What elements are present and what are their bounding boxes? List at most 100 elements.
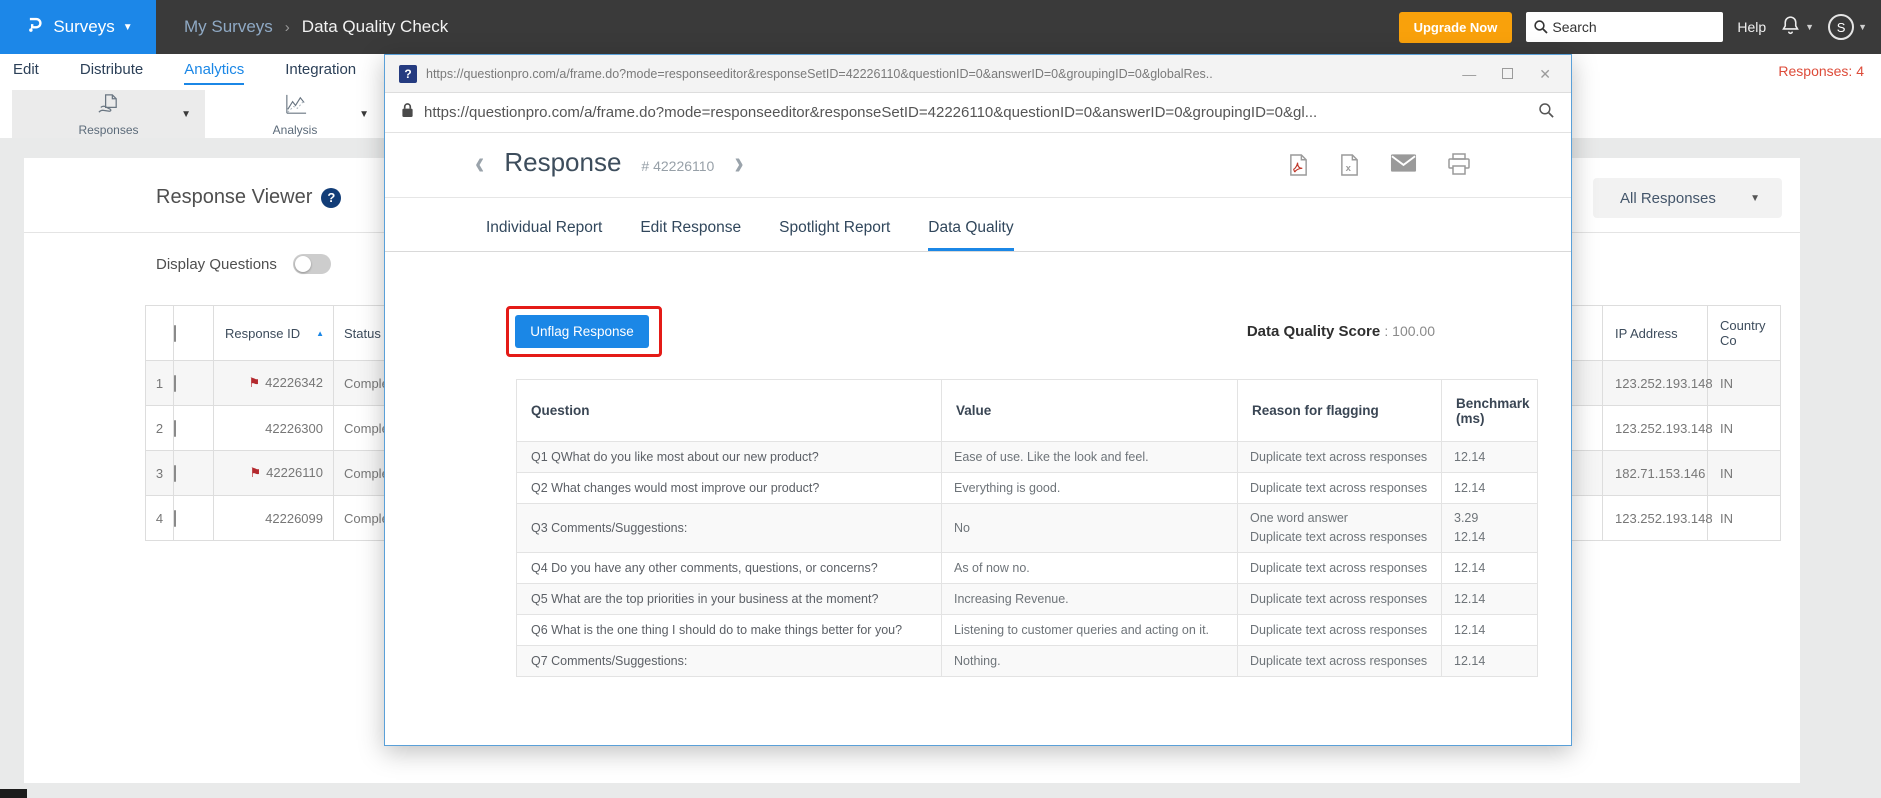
address-url: https://questionpro.com/a/frame.do?mode=… [424, 104, 1318, 121]
row-number: 4 [145, 495, 174, 541]
close-button[interactable]: ✕ [1539, 67, 1551, 81]
checkbox-cell [173, 360, 214, 406]
chevron-down-icon: ▼ [359, 109, 369, 120]
product-switcher[interactable]: Surveys ▼ [0, 0, 156, 54]
tab-edit-response[interactable]: Edit Response [640, 219, 741, 251]
country-code-cell: IN [1707, 450, 1781, 496]
ip-address-cell: 123.252.193.148 [1602, 360, 1713, 406]
toolbar-tab-responses[interactable]: Responses ▼ [12, 90, 205, 138]
table-row: Q1 QWhat do you like most about our new … [516, 441, 1538, 473]
previous-response-icon[interactable]: ‹ [475, 145, 484, 180]
benchmark-cell: 12.14 [1441, 552, 1538, 584]
print-icon[interactable] [1447, 153, 1471, 182]
row-checkbox[interactable] [174, 464, 176, 482]
breadcrumb: My Surveys › Data Quality Check [184, 17, 448, 37]
row-checkbox[interactable] [174, 419, 176, 437]
row-number: 2 [145, 405, 174, 451]
nav-item-edit[interactable]: Edit [13, 61, 39, 83]
table-row: 1 ⚑ 42226342 Comple [145, 360, 414, 406]
minimize-button[interactable]: — [1462, 67, 1476, 81]
benchmark-cell: 12.14 [1441, 441, 1538, 473]
reason-line: Duplicate text across responses [1250, 622, 1428, 637]
select-all-checkbox[interactable] [174, 324, 176, 342]
row-number: 3 [145, 450, 174, 496]
nav-item-integration[interactable]: Integration [285, 61, 356, 83]
value-cell: No [941, 503, 1238, 553]
response-id-cell[interactable]: 42226300 [213, 405, 334, 451]
value-cell: Nothing. [941, 645, 1238, 677]
value-cell: As of now no. [941, 552, 1238, 584]
chevron-down-icon: ▼ [122, 21, 133, 33]
question-cell: Q3 Comments/Suggestions: [516, 503, 942, 553]
topbar-right: Upgrade Now Help ▼ S ▼ [1398, 0, 1881, 54]
data-quality-score: Data Quality Score : 100.00 [1247, 323, 1435, 340]
response-id-cell[interactable]: 42226099 [213, 495, 334, 541]
toolbar-tab-analysis[interactable]: Analysis ▼ [207, 90, 383, 138]
questionpro-logo-icon [23, 14, 45, 41]
row-checkbox[interactable] [174, 374, 176, 392]
tab-spotlight-report[interactable]: Spotlight Report [779, 219, 890, 251]
row-number-header [145, 305, 174, 361]
value-header: Value [941, 379, 1238, 442]
window-title-bar[interactable]: ? https://questionpro.com/a/frame.do?mod… [385, 55, 1571, 93]
global-search [1526, 12, 1724, 42]
lock-icon [401, 102, 414, 123]
tab-individual-report[interactable]: Individual Report [486, 219, 602, 251]
email-icon[interactable] [1390, 153, 1417, 182]
nav-item-analytics[interactable]: Analytics [184, 61, 245, 85]
table-row: 3 ⚑ 42226110 Comple [145, 450, 414, 496]
top-bar: Surveys ▼ My Surveys › Data Quality Chec… [0, 0, 1881, 54]
zoom-search-icon [1538, 102, 1555, 124]
response-id-header-label: Response ID [225, 325, 301, 341]
value-cell: Increasing Revenue. [941, 583, 1238, 615]
address-bar[interactable]: https://questionpro.com/a/frame.do?mode=… [385, 93, 1571, 133]
response-id-header[interactable]: Response ID ▲ [213, 305, 334, 361]
help-link[interactable]: Help [1737, 19, 1766, 35]
response-id-link[interactable]: 42226110 [266, 465, 323, 480]
page-title: Response Viewer [156, 186, 313, 208]
table-row: 4 42226099 Comple [145, 495, 414, 541]
maximize-button[interactable] [1502, 68, 1514, 79]
window-title-url: https://questionpro.com/a/frame.do?mode=… [426, 66, 1213, 81]
chevron-down-icon: ▼ [1805, 22, 1815, 32]
flag-icon: ⚑ [249, 465, 262, 480]
question-header: Question [516, 379, 942, 442]
next-response-icon[interactable]: › [734, 145, 743, 180]
account-menu[interactable]: S ▼ [1828, 14, 1867, 40]
export-excel-icon[interactable]: x [1339, 153, 1360, 182]
table-row: 123.252.193.148 IN [1540, 360, 1781, 406]
checkbox-cell [173, 405, 214, 451]
response-id-link[interactable]: 42226342 [265, 375, 323, 390]
unflag-response-button[interactable]: Unflag Response [515, 315, 649, 348]
select-all-header [173, 305, 214, 361]
response-id-link[interactable]: 42226099 [265, 511, 323, 526]
table-row: Q5 What are the top priorities in your b… [516, 583, 1538, 615]
response-number: # 42226110 [641, 157, 715, 174]
benchmark-cell: 12.14 [1441, 614, 1538, 646]
benchmark-cell: 12.14 [1441, 472, 1538, 504]
notifications-menu[interactable]: ▼ [1780, 14, 1814, 41]
score-value: : 100.00 [1384, 323, 1435, 339]
tab-data-quality[interactable]: Data Quality [928, 219, 1014, 251]
response-id-cell[interactable]: ⚑ 42226110 [213, 450, 334, 496]
questionpro-favicon: ? [399, 64, 417, 83]
display-questions-toggle[interactable] [292, 254, 331, 274]
country-code-cell: IN [1707, 360, 1781, 406]
row-checkbox[interactable] [174, 509, 176, 527]
value-cell: Ease of use. Like the look and feel. [941, 441, 1238, 473]
nav-item-distribute[interactable]: Distribute [80, 61, 143, 83]
help-question-icon[interactable]: ? [321, 187, 342, 208]
response-id-cell[interactable]: ⚑ 42226342 [213, 360, 334, 406]
question-cell: Q1 QWhat do you like most about our new … [516, 441, 942, 473]
all-responses-dropdown[interactable]: All Responses ▼ [1593, 178, 1782, 218]
ip-address-cell: 123.252.193.148 [1602, 495, 1713, 541]
benchmark-line: 12.14 [1454, 622, 1486, 637]
export-pdf-icon[interactable] [1288, 153, 1309, 182]
table-row: 123.252.193.148 IN [1540, 405, 1781, 451]
reason-line: Duplicate text across responses [1250, 591, 1428, 606]
response-id-link[interactable]: 42226300 [265, 421, 323, 436]
breadcrumb-my-surveys[interactable]: My Surveys [184, 17, 273, 37]
upgrade-now-button[interactable]: Upgrade Now [1398, 11, 1513, 43]
checkbox-cell [173, 495, 214, 541]
search-input[interactable] [1552, 12, 1718, 42]
